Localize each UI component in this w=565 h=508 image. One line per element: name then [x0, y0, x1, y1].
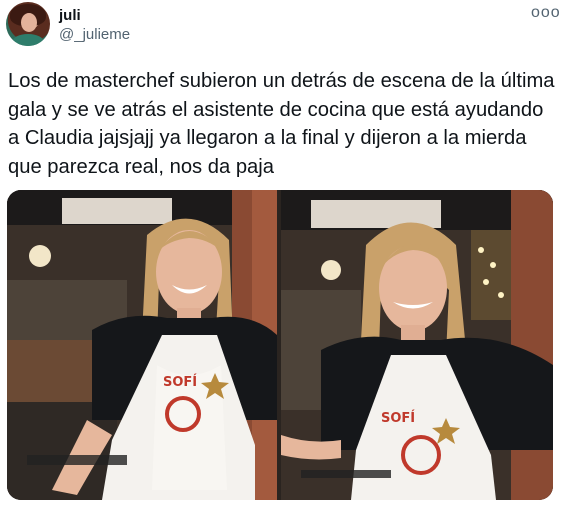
avatar-shirt [12, 34, 44, 46]
more-options-icon[interactable]: ooo [531, 4, 561, 22]
avatar-face [21, 13, 37, 32]
tweet: juli @_julieme ooo Los de masterchef sub… [0, 0, 565, 508]
apron-name-left: SOFÍ [163, 374, 197, 390]
tweet-media[interactable]: SOFÍ SOFÍ [7, 190, 553, 500]
user-handle[interactable]: @_julieme [59, 26, 130, 43]
apron-name-right: SOFÍ [381, 410, 415, 426]
tweet-text: Los de masterchef subieron un detrás de … [8, 70, 555, 178]
photo-right-image: SOFÍ [281, 190, 553, 500]
photo-left-image: SOFÍ [7, 190, 277, 500]
display-name[interactable]: juli [59, 7, 81, 24]
photo-left[interactable]: SOFÍ [7, 190, 277, 500]
photo-right[interactable]: SOFÍ [281, 190, 553, 500]
avatar[interactable] [6, 2, 50, 46]
